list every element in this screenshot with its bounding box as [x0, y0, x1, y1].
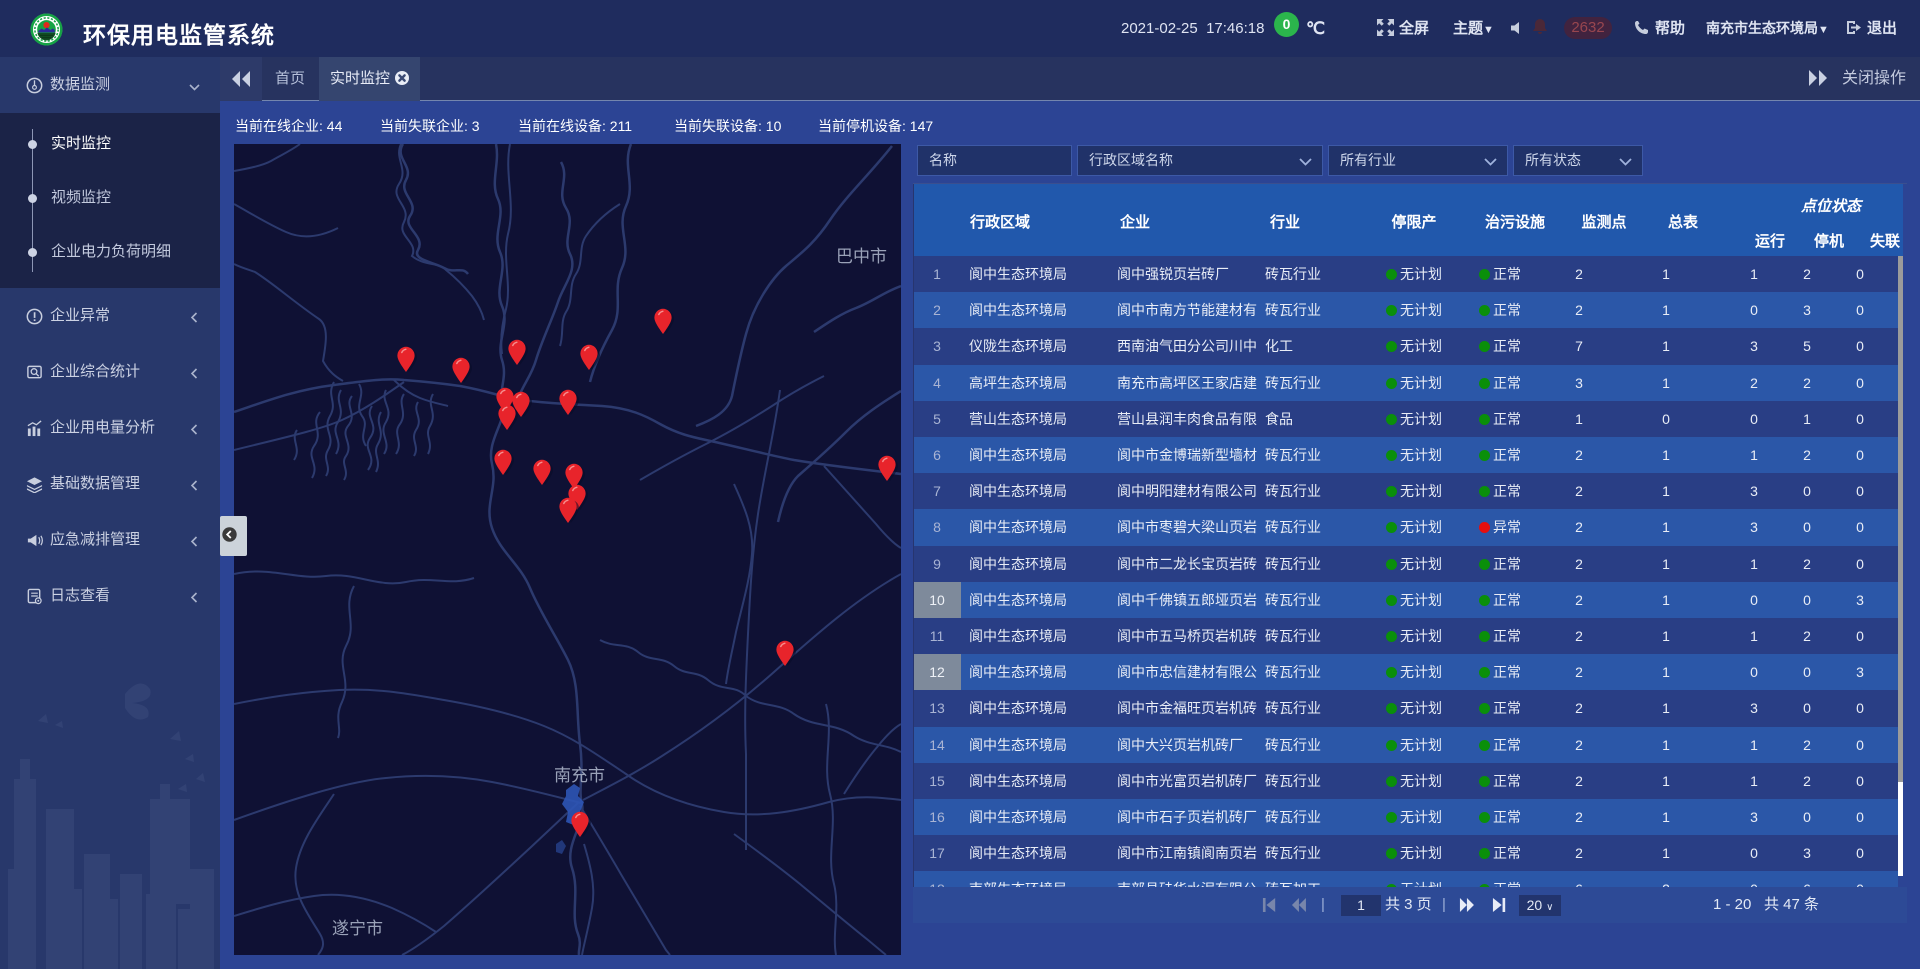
- svg-text:巴中市: 巴中市: [836, 247, 887, 266]
- svg-text:南充市: 南充市: [554, 766, 605, 785]
- svg-text:遂宁市: 遂宁市: [332, 919, 383, 938]
